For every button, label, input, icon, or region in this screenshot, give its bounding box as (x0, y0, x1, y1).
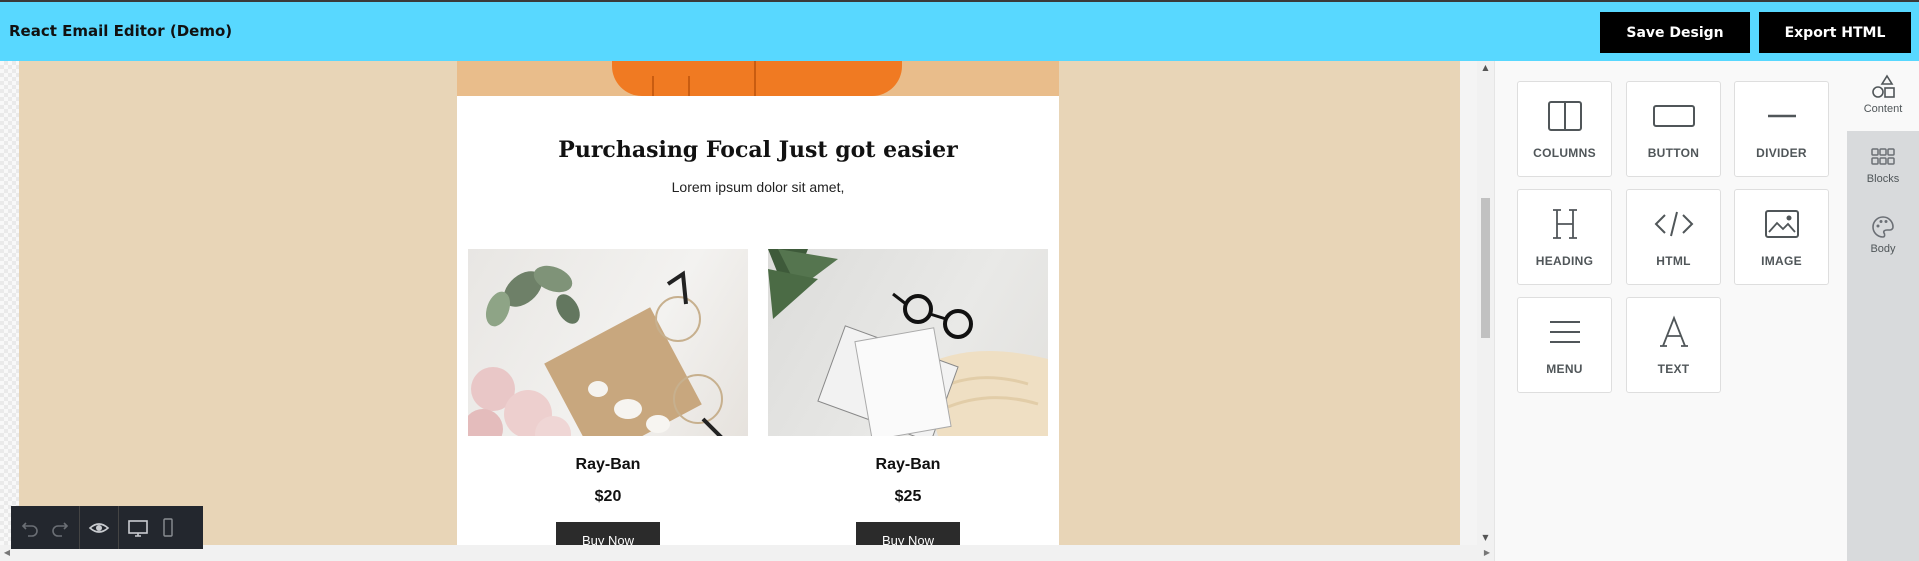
button-icon (1652, 96, 1695, 136)
tool-label: COLUMNS (1533, 146, 1596, 160)
preview-group (80, 506, 119, 549)
product-price[interactable]: $20 (468, 488, 748, 506)
buy-now-button[interactable]: Buy Now (856, 522, 960, 545)
tool-divider[interactable]: DIVIDER (1734, 81, 1829, 177)
product-image[interactable] (468, 249, 748, 436)
tool-label: MENU (1546, 362, 1583, 376)
tab-content[interactable]: Content (1847, 61, 1919, 131)
text-icon (1659, 312, 1689, 352)
redo-icon[interactable] (49, 517, 71, 539)
scroll-down-arrow-icon[interactable]: ▼ (1481, 533, 1490, 543)
tool-html[interactable]: HTML (1626, 189, 1721, 285)
email-content-area[interactable]: Purchasing Focal Just got easier Lorem i… (457, 61, 1059, 545)
palette-icon (1871, 213, 1895, 241)
tab-blocks[interactable]: Blocks (1847, 131, 1919, 201)
canvas-vertical-scrollbar[interactable]: ▲ ▼ (1477, 61, 1494, 545)
device-group (119, 506, 187, 549)
image-icon (1764, 204, 1799, 244)
divider-icon (1767, 96, 1797, 136)
app-title: React Email Editor (Demo) (9, 22, 233, 40)
product-image[interactable] (768, 249, 1048, 436)
shapes-icon (1870, 73, 1896, 101)
export-html-button[interactable]: Export HTML (1759, 12, 1911, 53)
columns-icon (1547, 96, 1582, 136)
desktop-icon[interactable] (127, 517, 149, 539)
code-icon (1654, 204, 1694, 244)
scrollbar-thumb[interactable] (1481, 198, 1490, 338)
tool-label: BUTTON (1647, 146, 1700, 160)
product-price[interactable]: $25 (768, 488, 1048, 506)
hero-pocket-shape (652, 76, 690, 96)
tab-label: Content (1863, 103, 1903, 115)
buy-now-button[interactable]: Buy Now (556, 522, 660, 545)
hero-image[interactable] (457, 61, 1059, 96)
app-header: React Email Editor (Demo) Save Design Ex… (0, 0, 1919, 61)
email-background[interactable]: Purchasing Focal Just got easier Lorem i… (19, 61, 1460, 545)
tool-label: IMAGE (1761, 254, 1802, 268)
tool-button[interactable]: BUTTON (1626, 81, 1721, 177)
scroll-left-arrow-icon[interactable]: ◀ (2, 548, 12, 558)
tool-image[interactable]: IMAGE (1734, 189, 1829, 285)
preview-eye-icon[interactable] (88, 517, 110, 539)
tool-columns[interactable]: COLUMNS (1517, 81, 1612, 177)
tool-label: HTML (1656, 254, 1691, 268)
menu-icon (1549, 312, 1581, 352)
editor-canvas[interactable]: Purchasing Focal Just got easier Lorem i… (0, 61, 1494, 545)
heading-icon (1550, 204, 1580, 244)
tool-heading[interactable]: HEADING (1517, 189, 1612, 285)
canvas-horizontal-scrollbar[interactable]: ◀ ▶ (0, 545, 1494, 561)
product-name[interactable]: Ray-Ban (468, 456, 748, 474)
email-heading[interactable]: Purchasing Focal Just got easier (457, 137, 1059, 163)
history-group (11, 506, 80, 549)
tool-text[interactable]: TEXT (1626, 297, 1721, 393)
flowers-notebook-illustration (468, 265, 723, 436)
grid-icon (1871, 143, 1895, 171)
undo-icon[interactable] (19, 517, 41, 539)
tool-label: HEADING (1535, 254, 1594, 268)
save-design-button[interactable]: Save Design (1600, 12, 1750, 53)
product-name[interactable]: Ray-Ban (768, 456, 1048, 474)
editor-toolbar (11, 506, 203, 549)
product-card: Ray-Ban $25 Buy Now (768, 249, 1048, 545)
tools-panel: COLUMNS BUTTON DIVIDER HEADING HTML IMAG… (1494, 61, 1847, 561)
mobile-icon[interactable] (157, 517, 179, 539)
scroll-right-arrow-icon[interactable]: ▶ (1482, 548, 1492, 558)
tool-label: DIVIDER (1756, 146, 1807, 160)
canvas-transparent-edge (0, 61, 19, 545)
tab-label: Blocks (1866, 173, 1900, 185)
product-card: Ray-Ban $20 Buy Now (468, 249, 748, 545)
scroll-up-arrow-icon[interactable]: ▲ (1481, 63, 1490, 73)
tool-menu[interactable]: MENU (1517, 297, 1612, 393)
tab-body[interactable]: Body (1847, 201, 1919, 271)
panel-tabs: Content Blocks Body (1847, 61, 1919, 561)
tool-label: TEXT (1657, 362, 1690, 376)
tab-label: Body (1870, 243, 1896, 255)
email-subheading[interactable]: Lorem ipsum dolor sit amet, (457, 179, 1059, 195)
notepad-glasses-illustration (768, 249, 1048, 436)
